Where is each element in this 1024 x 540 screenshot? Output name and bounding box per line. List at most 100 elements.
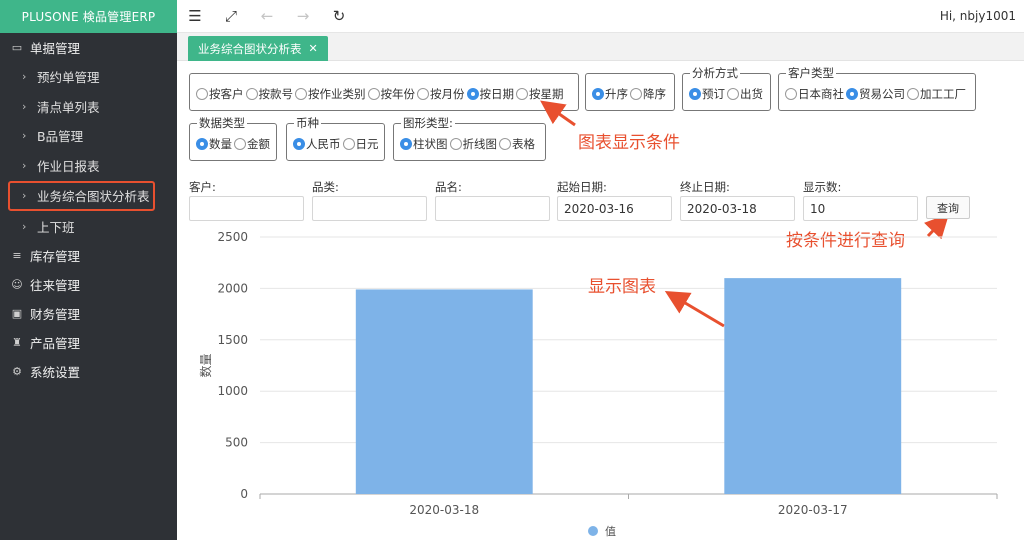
radio-button[interactable] [785, 88, 797, 100]
customer-type-option[interactable]: 日本商社 [785, 86, 844, 102]
fieldset-legend: 币种 [294, 116, 321, 130]
radio-button[interactable] [400, 138, 412, 150]
customer-type-option[interactable]: 加工工厂 [907, 86, 966, 102]
chart-type-option[interactable]: 表格 [499, 136, 535, 152]
currency-option[interactable]: 人民币 [293, 136, 341, 152]
analysis-option[interactable]: 出货 [727, 86, 763, 102]
sidebar-group-documents[interactable]: ▭ 单据管理 [0, 33, 177, 62]
radio-label: 按日期 [479, 87, 515, 101]
customer-type-option[interactable]: 贸易公司 [846, 86, 905, 102]
chevron-right-icon: › [22, 129, 27, 143]
group-by-option[interactable]: 按作业类别 [295, 86, 366, 102]
bar [355, 289, 533, 494]
user-greeting[interactable]: Hi, nbjy1001 [940, 9, 1016, 23]
group-by-option[interactable]: 按年份 [367, 86, 415, 102]
fieldset-legend: 客户类型 [786, 66, 836, 80]
data-type-option[interactable]: 数量 [196, 136, 232, 152]
refresh-icon[interactable]: ↻ [321, 0, 357, 33]
product-input[interactable] [435, 196, 550, 221]
group-by-option[interactable]: 按款号 [245, 86, 293, 102]
radio-button[interactable] [293, 138, 305, 150]
group-by-option[interactable]: 按月份 [417, 86, 465, 102]
query-button[interactable]: 查询 [926, 196, 970, 219]
radio-button[interactable] [516, 88, 528, 100]
data-type-option[interactable]: 金额 [234, 136, 270, 152]
sidebar-item-count-list[interactable]: › 清点单列表 [0, 92, 177, 122]
sidebar-item-daily-report[interactable]: › 作业日报表 [0, 151, 177, 181]
sidebar-group-settings[interactable]: ⚙ 系统设置 [0, 357, 177, 386]
collapse-menu-icon[interactable]: ☰ [177, 0, 213, 33]
currency-option[interactable]: 日元 [342, 136, 379, 152]
annotation-chart: 显示图表 [588, 277, 656, 297]
chart-type-option[interactable]: 柱状图 [400, 136, 448, 152]
sidebar-group-contacts[interactable]: ☺ 往来管理 [0, 270, 177, 299]
y-tick-label: 2000 [217, 281, 248, 295]
radio-button[interactable] [196, 88, 208, 100]
radio-button[interactable] [846, 88, 858, 100]
count-input[interactable] [803, 196, 918, 221]
radio-button[interactable] [466, 88, 479, 100]
sidebar-group-label: 财务管理 [30, 307, 81, 322]
y-tick-label: 0 [240, 487, 248, 501]
radio-button[interactable] [449, 138, 462, 150]
sidebar-item-shift[interactable]: › 上下班 [0, 212, 177, 242]
group-by-option[interactable]: 按客户 [196, 86, 244, 102]
radio-label: 柱状图 [413, 137, 448, 151]
category-input[interactable] [312, 196, 427, 221]
radio-button[interactable] [234, 138, 246, 150]
order-option[interactable]: 升序 [592, 86, 628, 102]
sidebar-item-label: 预约单管理 [37, 70, 100, 86]
group-by-option[interactable]: 按星期 [516, 86, 564, 102]
radio-label: 按星期 [529, 87, 564, 101]
legend-label: 值 [605, 525, 616, 538]
start-date-input[interactable] [557, 196, 672, 221]
radio-button[interactable] [499, 138, 511, 150]
sidebar-item-b-goods[interactable]: › B品管理 [0, 121, 177, 151]
tab-chart-analysis[interactable]: 业务综合图状分析表 ✕ [188, 36, 328, 61]
radio-button[interactable] [295, 88, 307, 100]
sidebar-group-inventory[interactable]: ≡ 库存管理 [0, 241, 177, 270]
chart-type-fieldset: 图形类型: 柱状图 折线图 表格 [393, 116, 546, 161]
sidebar-group-products[interactable]: ♜ 产品管理 [0, 328, 177, 357]
radio-label: 预订 [702, 87, 725, 101]
customer-label: 客户: [189, 180, 216, 194]
radio-button[interactable] [245, 88, 258, 100]
group-by-option[interactable]: 按日期 [466, 86, 515, 102]
customer-type-fieldset: 客户类型 日本商社 贸易公司 加工工厂 [778, 66, 976, 111]
y-tick-label: 2500 [217, 230, 248, 244]
end-date-input[interactable] [680, 196, 795, 221]
top-toolbar: ☰ ⤢ ← → ↻ Hi, nbjy1001 [177, 0, 1024, 33]
radio-label: 升序 [605, 87, 628, 101]
radio-button[interactable] [689, 88, 701, 100]
sidebar-item-reservations[interactable]: › 预约单管理 [0, 62, 177, 92]
customer-input[interactable] [189, 196, 304, 221]
radio-button[interactable] [907, 88, 919, 100]
sidebar-item-chart-analysis[interactable]: › 业务综合图状分析表 [8, 181, 155, 211]
legend-marker [588, 526, 598, 536]
x-tick-label: 2020-03-18 [409, 503, 479, 517]
sidebar-item-label: 业务综合图状分析表 [37, 189, 150, 205]
chevron-right-icon: › [22, 99, 27, 113]
app-root: PLUSONE 検品管理ERP ▭ 单据管理 › 预约单管理 › 清点单列表 ›… [0, 0, 1024, 540]
radio-button[interactable] [592, 88, 604, 100]
radio-button[interactable] [417, 88, 429, 100]
fullscreen-icon[interactable]: ⤢ [213, 0, 249, 33]
radio-button[interactable] [367, 88, 380, 100]
back-arrow-icon[interactable]: ← [249, 0, 285, 33]
radio-label: 折线图 [462, 137, 498, 151]
radio-label: 按客户 [209, 87, 244, 101]
monitor-icon: ▭ [11, 41, 23, 54]
radio-label: 出货 [740, 87, 763, 101]
radio-button[interactable] [630, 88, 642, 100]
sidebar-menu: ▭ 单据管理 › 预约单管理 › 清点单列表 › B品管理 › 作业日报表 › … [0, 33, 177, 386]
sidebar-group-label: 往来管理 [30, 278, 81, 293]
radio-button[interactable] [342, 138, 355, 150]
close-icon[interactable]: ✕ [309, 42, 318, 55]
sidebar-group-finance[interactable]: ▣ 财务管理 [0, 299, 177, 328]
order-option[interactable]: 降序 [630, 86, 666, 102]
chart-type-option[interactable]: 折线图 [449, 136, 498, 152]
radio-button[interactable] [727, 88, 739, 100]
analysis-option[interactable]: 预订 [689, 86, 725, 102]
forward-arrow-icon[interactable]: → [285, 0, 321, 33]
radio-button[interactable] [196, 138, 208, 150]
